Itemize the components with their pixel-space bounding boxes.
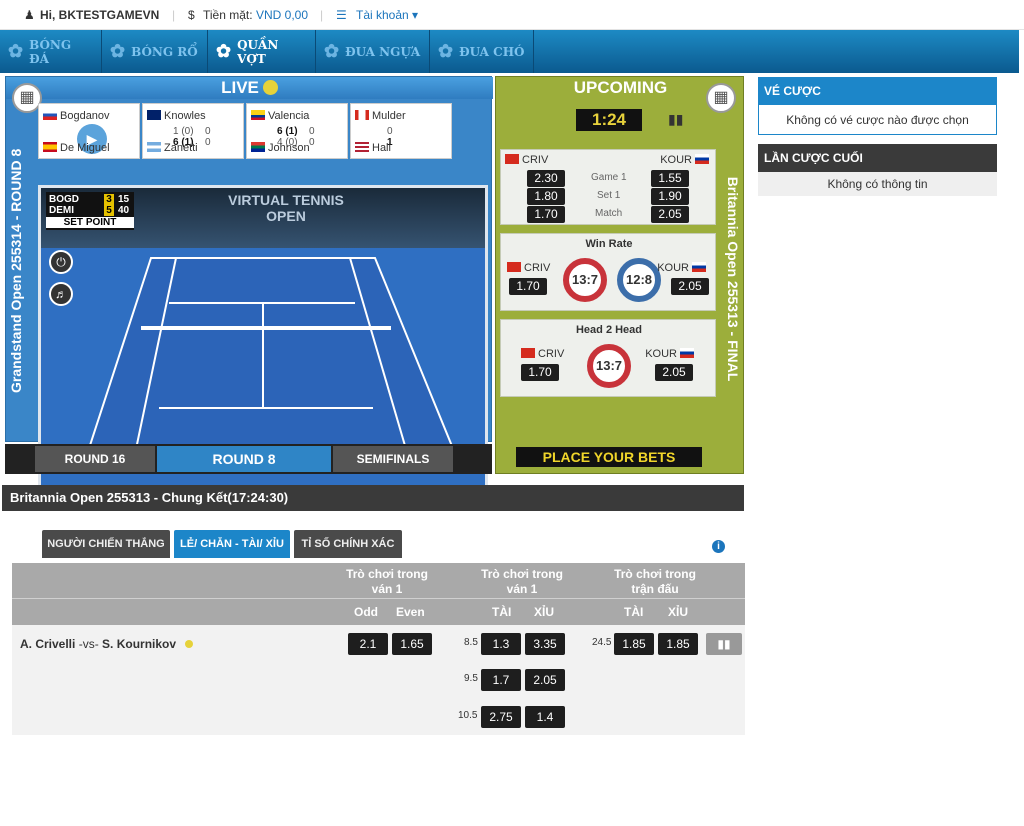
upcoming-panel: UPCOMING ▦ 1:24 ▮▮ Britannia Open 255313…	[495, 76, 744, 474]
place-bets-button[interactable]: PLACE YOUR BETS	[516, 447, 702, 467]
over-8-5-button[interactable]: 1.3	[481, 633, 521, 655]
win-rate-box: Win Rate CRIV 1.70 13:7 12:8 KOUR 2.05	[500, 233, 716, 311]
bet-slip-empty: Không có vé cược nào được chọn	[758, 105, 997, 135]
win-rate-ring-2: 12:8	[617, 258, 661, 302]
account-menu[interactable]: Tài khoản ▾	[356, 8, 418, 22]
basketball-icon: ✿	[110, 41, 126, 62]
even-button[interactable]: 1.65	[392, 633, 432, 655]
cash-label: Tiền mặt:	[203, 8, 253, 22]
last-bets-header: LẦN CƯỢC CUỐI	[758, 144, 997, 172]
top-bar: ♟ Hi, BKTESTGAMEVN | $ Tiền mặt: VND 0,0…	[0, 0, 1024, 30]
live-panel: LIVE ▦ Bogdanov ▶ De Miguel Knowles 1 (0…	[5, 76, 493, 511]
upcoming-tournament-label: Britannia Open 255313 - FINAL	[725, 176, 741, 382]
live-match-card-4[interactable]: Mulder 0 1 Hall	[350, 103, 452, 159]
odd-button[interactable]: 2.1	[348, 633, 388, 655]
round-16-tab[interactable]: ROUND 16	[35, 446, 155, 472]
odd-match-p1[interactable]: 1.70	[527, 206, 565, 223]
stats-icon[interactable]: ▮▮	[706, 633, 742, 655]
live-indicator-icon	[185, 640, 194, 648]
dollar-icon: $	[188, 8, 195, 22]
stats-icon[interactable]: ▮▮	[668, 111, 683, 128]
live-header: LIVE	[6, 77, 493, 99]
match-row: A. Crivelli -vs- S. Kournikov 2.1 1.65 8…	[12, 625, 745, 735]
bet-slip-header: VÉ CƯỢC	[758, 77, 997, 105]
horse-icon: ✿	[324, 41, 340, 62]
over-9-5-button[interactable]: 1.7	[481, 669, 521, 691]
under-10-5-button[interactable]: 1.4	[525, 706, 565, 728]
match-under-button[interactable]: 1.85	[658, 633, 698, 655]
cash-value: VND 0,00	[256, 8, 309, 22]
sports-nav: ✿ BÓNG ĐÁ ✿ BÓNG RỔ ✿ QUẦN VỢT ✿ ĐUA NGỰA ✿ Đ…	[0, 30, 1019, 73]
nav-dua-ngua[interactable]: ✿ ĐUA NGỰA	[316, 30, 430, 73]
odd-game1-p2[interactable]: 1.55	[651, 170, 689, 187]
football-icon: ✿	[8, 41, 24, 62]
under-9-5-button[interactable]: 2.05	[525, 669, 565, 691]
live-scoreboard: BOGD 3 15 DEMI 5 40 SET POINT	[46, 192, 134, 230]
volume-icon[interactable]: ♬	[49, 282, 73, 306]
nav-bong-da[interactable]: ✿ BÓNG ĐÁ	[0, 30, 102, 73]
tab-exact-score[interactable]: TỈ SỐ CHÍNH XÁC	[294, 530, 402, 558]
list-icon: ☰	[336, 8, 347, 22]
odd-game1-p1[interactable]: 2.30	[527, 170, 565, 187]
live-tournament-label: Grandstand Open 255314 - ROUND 8	[8, 148, 24, 393]
odd-set1-p2[interactable]: 1.90	[651, 188, 689, 205]
tennis-ball-icon	[262, 80, 278, 95]
odd-set1-p1[interactable]: 1.80	[527, 188, 565, 205]
bracket-icon[interactable]: ▦	[706, 83, 736, 113]
video-banner: VIRTUAL TENNIS OPEN	[228, 192, 344, 224]
tab-winner[interactable]: NGƯỜI CHIẾN THẮNG	[42, 530, 170, 558]
live-match-card-2[interactable]: Knowles 1 (0) 0 6 (1) 0 Zanetti	[142, 103, 244, 159]
match-over-button[interactable]: 1.85	[614, 633, 654, 655]
over-10-5-button[interactable]: 2.75	[481, 706, 521, 728]
semifinals-tab[interactable]: SEMIFINALS	[333, 446, 453, 472]
greeting: Hi, BKTESTGAMEVN	[40, 8, 160, 22]
round-8-tab[interactable]: ROUND 8	[157, 446, 331, 472]
odds-box: CRIV KOUR 2.30 Game 1 1.55 1.80 Set 1 1.…	[500, 149, 716, 225]
h2h-ring: 13:7	[587, 344, 631, 388]
round-tabs: ROUND 16 ROUND 8 SEMIFINALS	[5, 444, 492, 474]
tab-odd-even-over-under[interactable]: LẺ/ CHẴN - TÀI/ XỈU	[174, 530, 290, 558]
win-rate-ring-1: 13:7	[563, 258, 607, 302]
under-8-5-button[interactable]: 3.35	[525, 633, 565, 655]
head-2-head-box: Head 2 Head CRIV 1.70 13:7 KOUR 2.05	[500, 319, 716, 397]
dog-icon: ✿	[438, 41, 454, 62]
event-title: Britannia Open 255313 - Chung Kết(17:24:…	[2, 485, 744, 511]
tennis-icon: ✿	[216, 41, 232, 62]
info-icon[interactable]: i	[712, 540, 725, 553]
odd-match-p2[interactable]: 2.05	[651, 206, 689, 223]
live-match-card-3[interactable]: Valencia 6 (1) 0 4 (0) 0 Johnson	[246, 103, 348, 159]
nav-quan-vot[interactable]: ✿ QUẦN VỢT	[208, 30, 316, 73]
market-header: Trò chơi trong ván 1 Trò chơi trong ván …	[12, 563, 745, 625]
live-match-card-1[interactable]: Bogdanov ▶ De Miguel	[38, 103, 140, 159]
countdown-timer: 1:24	[576, 109, 642, 131]
nav-bong-ro[interactable]: ✿ BÓNG RỔ	[102, 30, 208, 73]
last-bets-empty: Không có thông tin	[758, 172, 997, 196]
match-players: A. Crivelli -vs- S. Kournikov	[20, 637, 194, 651]
caret-down-icon: ▾	[412, 8, 419, 22]
user-icon: ♟	[24, 8, 35, 22]
power-icon[interactable]: ⏻	[49, 250, 73, 274]
nav-dua-cho[interactable]: ✿ ĐUA CHÓ	[430, 30, 534, 73]
